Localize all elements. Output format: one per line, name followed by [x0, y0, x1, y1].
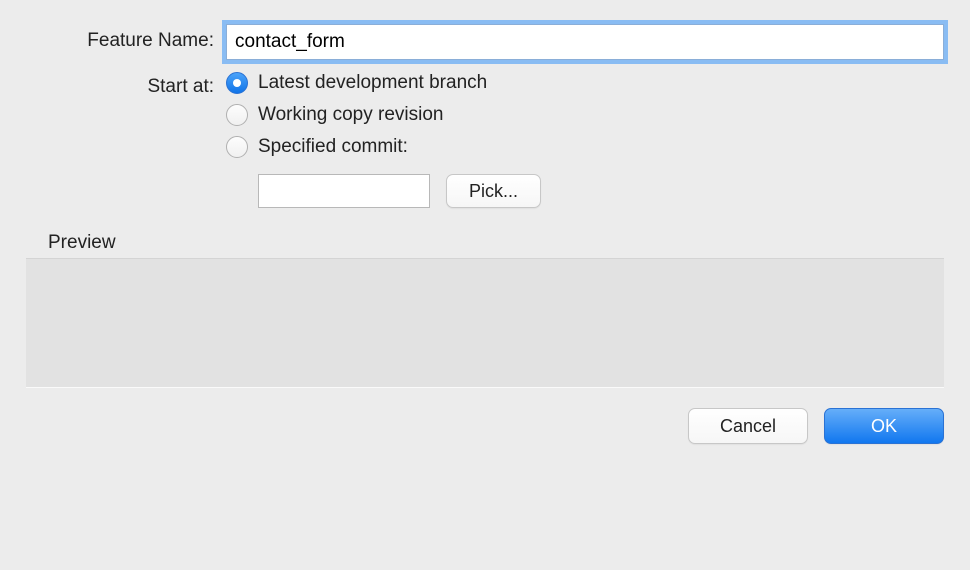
cancel-button[interactable]: Cancel: [688, 408, 808, 444]
specified-commit-input[interactable]: [258, 174, 430, 208]
preview-label: Preview: [26, 232, 944, 254]
radio-button-working-copy[interactable]: [226, 104, 248, 126]
feature-dialog: Feature Name: Start at: Latest developme…: [0, 0, 970, 468]
preview-box: [26, 258, 944, 388]
start-at-field-col: Latest development branch Working copy r…: [226, 70, 944, 208]
radio-label-specified-commit: Specified commit:: [258, 136, 408, 158]
radio-button-latest-dev[interactable]: [226, 72, 248, 94]
feature-name-row: Feature Name:: [26, 24, 944, 60]
radio-label-working-copy: Working copy revision: [258, 104, 444, 126]
commit-row: Pick...: [258, 174, 944, 208]
radio-label-latest-dev: Latest development branch: [258, 72, 487, 94]
start-at-radio-group: Latest development branch Working copy r…: [226, 70, 944, 208]
radio-option-specified-commit[interactable]: Specified commit:: [226, 136, 944, 158]
radio-button-specified-commit[interactable]: [226, 136, 248, 158]
preview-section: Preview: [26, 232, 944, 388]
radio-option-latest-dev[interactable]: Latest development branch: [226, 72, 944, 94]
feature-name-input[interactable]: [226, 24, 944, 60]
radio-option-working-copy[interactable]: Working copy revision: [226, 104, 944, 126]
pick-button[interactable]: Pick...: [446, 174, 541, 208]
feature-name-label: Feature Name:: [26, 24, 226, 52]
start-at-label: Start at:: [26, 70, 226, 98]
start-at-row: Start at: Latest development branch Work…: [26, 70, 944, 208]
feature-name-field-col: [226, 24, 944, 60]
ok-button[interactable]: OK: [824, 408, 944, 444]
dialog-button-row: Cancel OK: [26, 408, 944, 444]
